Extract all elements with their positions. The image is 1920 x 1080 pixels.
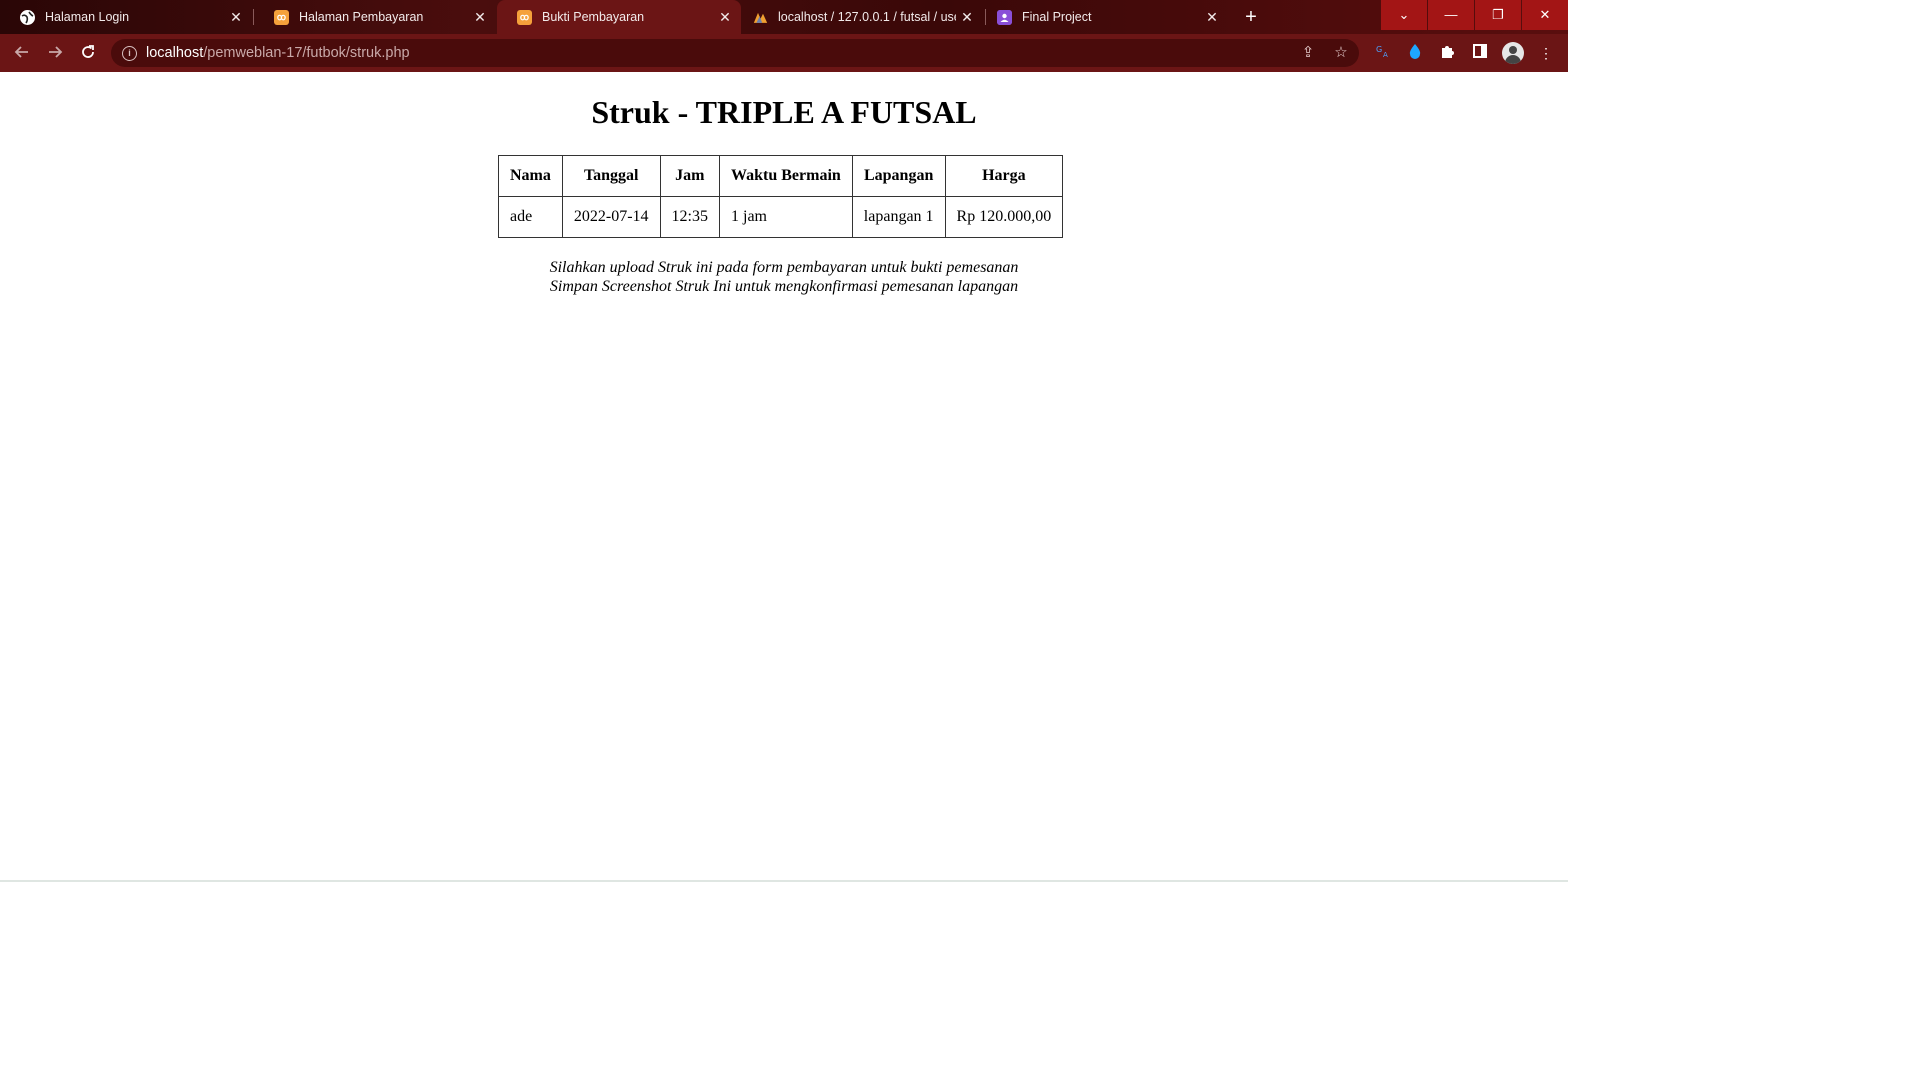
cell-harga: Rp 120.000,00 — [944, 196, 1064, 238]
avatar-head — [1509, 46, 1517, 54]
close-icon[interactable]: ✕ — [1204, 9, 1220, 25]
address-bar[interactable]: i localhost/pemweblan-17/futbok/struk.ph… — [111, 39, 1359, 67]
classroom-icon — [997, 9, 1012, 25]
more-menu-icon[interactable]: ⋮ — [1536, 43, 1556, 63]
reload-button[interactable] — [78, 43, 98, 63]
close-icon[interactable]: ✕ — [228, 9, 244, 25]
cell-nama: ade — [498, 196, 563, 238]
water-drop-extension-icon[interactable] — [1405, 43, 1425, 63]
tab-title: Halaman Pembayaran — [299, 10, 424, 24]
tab-title: Bukti Pembayaran — [542, 10, 645, 24]
header-waktu-bermain: Waktu Bermain — [719, 155, 853, 197]
tab-phpmyadmin[interactable]: localhost / 127.0.0.1 / futsal / user ✕ — [741, 0, 983, 34]
extensions-puzzle-icon[interactable] — [1437, 43, 1457, 63]
tab-title: localhost / 127.0.0.1 / futsal / user — [778, 10, 956, 24]
share-icon[interactable]: ⇪ — [1299, 44, 1317, 62]
url-path: /pemweblan-17/futbok/struk.php — [203, 45, 410, 61]
header-jam: Jam — [659, 155, 721, 197]
header-lapangan: Lapangan — [851, 155, 946, 197]
tab-final-project[interactable]: Final Project ✕ — [986, 0, 1228, 34]
receipt-notes: Silahkan upload Struk ini pada form pemb… — [0, 258, 1568, 296]
url-text: localhost/pemweblan-17/futbok/struk.php — [146, 45, 410, 61]
close-icon[interactable]: ✕ — [472, 9, 488, 25]
cell-waktu-bermain: 1 jam — [719, 196, 853, 238]
forward-button[interactable] — [45, 43, 65, 63]
tab-strip: Halaman Login ✕ ꝏ Halaman Pembayaran ✕ ꝏ… — [0, 0, 1568, 34]
svg-text:A: A — [1383, 51, 1388, 59]
close-window-button[interactable]: ✕ — [1522, 0, 1568, 30]
tab-halaman-pembayaran[interactable]: ꝏ Halaman Pembayaran ✕ — [254, 0, 496, 34]
tab-halaman-login[interactable]: Halaman Login ✕ — [0, 0, 252, 34]
cell-jam: 12:35 — [659, 196, 721, 238]
tab-search-button[interactable]: ⌄ — [1381, 0, 1427, 30]
globe-icon — [20, 9, 35, 25]
browser-toolbar: i localhost/pemweblan-17/futbok/struk.ph… — [0, 34, 1568, 72]
close-icon[interactable]: ✕ — [959, 9, 975, 25]
profile-avatar[interactable] — [1502, 42, 1524, 64]
back-button[interactable] — [12, 43, 32, 63]
header-harga: Harga — [944, 155, 1064, 197]
table-row: ade 2022-07-14 12:35 1 jam lapangan 1 Rp… — [498, 196, 1064, 238]
xampp-icon: ꝏ — [274, 9, 289, 25]
url-host: localhost — [146, 45, 204, 61]
translate-extension-icon[interactable]: GA — [1373, 43, 1393, 63]
info-icon[interactable]: i — [122, 45, 137, 61]
new-tab-button[interactable]: + — [1240, 6, 1262, 28]
tab-title: Halaman Login — [45, 10, 130, 24]
cell-lapangan: lapangan 1 — [851, 196, 946, 238]
receipt-table: Nama Tanggal Jam Waktu Bermain Lapangan … — [498, 155, 1064, 238]
page-content: Struk - TRIPLE A FUTSAL Nama Tanggal Jam… — [0, 72, 1568, 880]
note-screenshot: Simpan Screenshot Struk Ini untuk mengko… — [549, 278, 1019, 295]
header-tanggal: Tanggal — [561, 155, 661, 197]
bookmark-star-icon[interactable]: ☆ — [1332, 44, 1350, 62]
table-header-row: Nama Tanggal Jam Waktu Bermain Lapangan … — [498, 155, 1064, 197]
close-icon[interactable]: ✕ — [717, 9, 733, 25]
avatar-body — [1505, 55, 1521, 64]
tab-title: Final Project — [1022, 10, 1092, 24]
page-title: Struk - TRIPLE A FUTSAL — [591, 94, 977, 130]
xampp-icon: ꝏ — [517, 9, 532, 25]
minimize-button[interactable]: — — [1428, 0, 1474, 30]
status-divider — [0, 880, 1568, 882]
note-upload: Silahkan upload Struk ini pada form pemb… — [549, 259, 1019, 276]
svg-text:G: G — [1376, 45, 1382, 54]
tab-bukti-pembayaran[interactable]: ꝏ Bukti Pembayaran ✕ — [497, 0, 741, 34]
header-nama: Nama — [498, 155, 563, 197]
phpmyadmin-icon — [753, 10, 768, 25]
cell-tanggal: 2022-07-14 — [561, 196, 661, 238]
restore-button[interactable]: ❐ — [1475, 0, 1521, 30]
side-panel-icon[interactable] — [1470, 43, 1490, 63]
